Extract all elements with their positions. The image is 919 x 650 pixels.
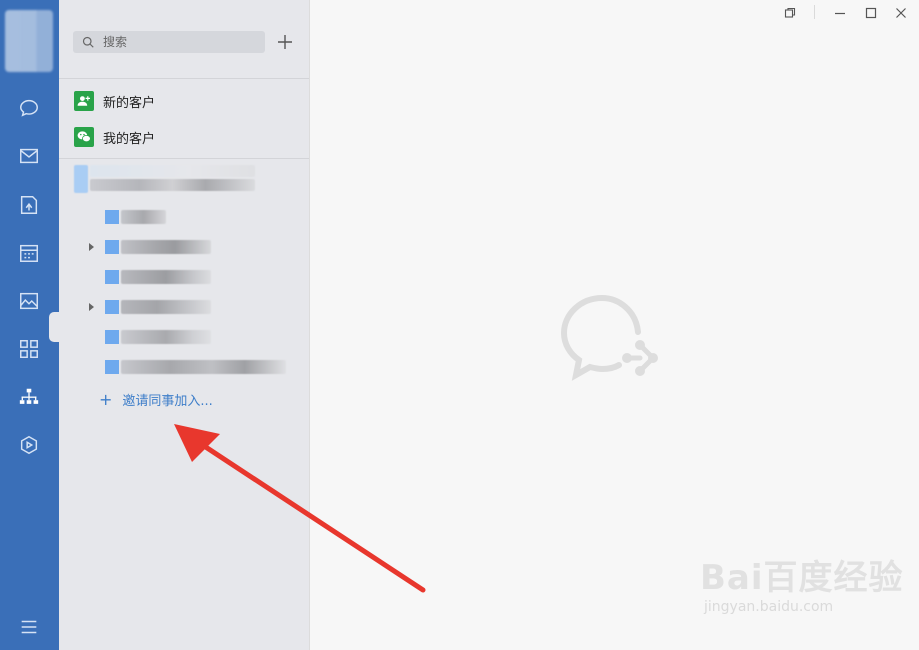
divider [814,5,815,19]
close-icon[interactable] [893,4,909,22]
department-item[interactable] [89,238,289,256]
contacts-icon[interactable] [15,383,43,411]
add-contact-icon [74,91,94,111]
add-button[interactable] [274,31,296,53]
chat-icon[interactable] [15,94,43,122]
my-customers-item[interactable]: 我的客户 [74,126,155,148]
new-customers-label: 新的客户 [103,95,156,111]
document-icon[interactable] [15,191,43,219]
active-tab-marker [49,312,59,342]
expand-arrow-icon [89,243,94,251]
wechat-icon [74,127,94,147]
expand-arrow-icon [89,303,94,311]
redacted-text [121,240,211,254]
plus-icon [278,35,292,49]
department-item[interactable] [89,358,289,376]
annotation-arrow-icon [174,424,426,593]
watermark-brand: Bai百度经验 [700,558,904,598]
wework-logo-icon [560,292,675,391]
redacted-text [121,360,286,374]
calendar-icon[interactable] [15,239,43,267]
org-detail-redacted [90,179,255,191]
avatar[interactable] [5,10,53,72]
maximize-icon[interactable] [863,4,879,22]
invite-colleagues-link[interactable]: + 邀请同事加入... [99,390,213,409]
department-item[interactable] [89,298,289,316]
redacted-text [121,330,211,344]
redacted-text [121,300,211,314]
invite-label: 邀请同事加入... [122,394,213,409]
my-customers-label: 我的客户 [103,131,156,147]
divider [59,78,309,79]
workbench-icon[interactable] [15,335,43,363]
divider [59,158,309,159]
minimize-icon[interactable] [832,4,848,22]
new-customers-item[interactable]: 新的客户 [74,90,155,112]
mail-icon[interactable] [15,142,43,170]
watermark-url: jingyan.baidu.com [704,599,834,615]
department-item[interactable] [89,328,289,346]
plus-icon: + [99,389,113,409]
menu-icon[interactable] [15,613,43,641]
department-item[interactable] [89,208,289,226]
org-name-redacted [90,165,255,177]
search-box[interactable] [73,31,265,53]
photos-icon[interactable] [15,287,43,315]
baidu-jingyan-watermark: Bai百度经验 jingyan.baidu.com [700,550,904,615]
department-item[interactable] [89,268,289,286]
search-input[interactable] [101,34,265,50]
redacted-text [121,210,166,224]
apps-icon[interactable] [15,431,43,459]
pin-window-icon[interactable] [782,4,798,22]
organization-header[interactable] [74,165,255,193]
search-icon [82,36,94,48]
redacted-text [121,270,211,284]
org-logo [74,165,88,193]
